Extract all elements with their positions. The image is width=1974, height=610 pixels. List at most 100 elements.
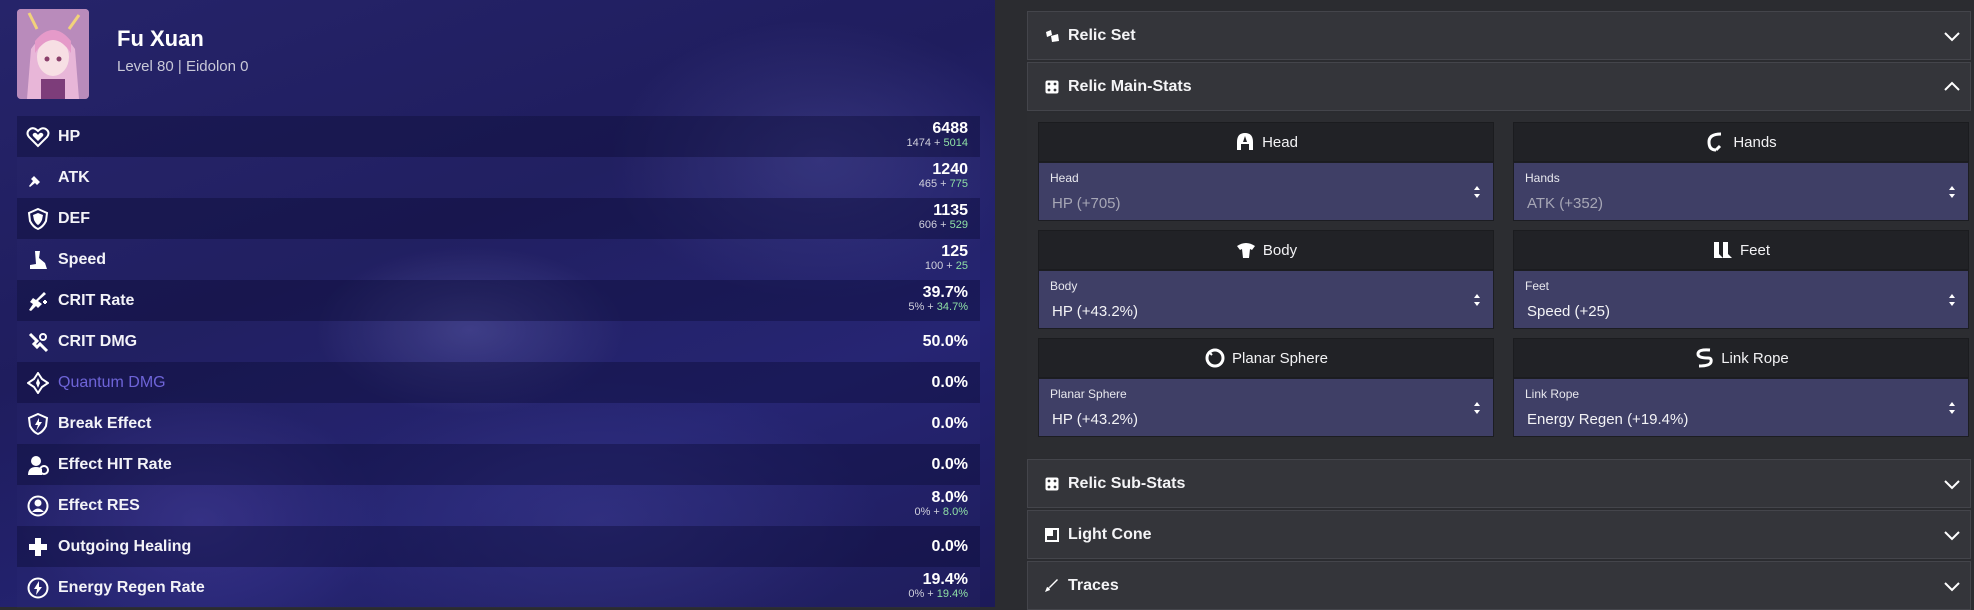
relic-sub-stats-header[interactable]: Relic Sub-Stats — [1027, 459, 1971, 508]
chevron-up-icon[interactable] — [1942, 77, 1962, 97]
link-rope-icon — [1693, 347, 1715, 369]
stat-total: 6488 — [932, 120, 968, 137]
select-value: HP (+43.2%) — [1052, 303, 1139, 320]
select-arrows-icon — [1949, 402, 1955, 414]
select-label: Hands — [1525, 171, 1560, 185]
stat-row-effect-hit-rate: Effect HIT Rate 0.0% — [17, 444, 980, 485]
relic-main-stats-header[interactable]: Relic Main-Stats — [1027, 62, 1971, 111]
section-title: Relic Main-Stats — [1068, 77, 1192, 95]
stat-total: 0.0% — [931, 374, 968, 391]
stat-row-outgoing-healing: Outgoing Healing 0.0% — [17, 526, 980, 567]
character-level: Level 80 | Eidolon 0 — [117, 58, 249, 75]
head-icon — [1234, 131, 1256, 153]
stat-total: 1240 — [932, 161, 968, 178]
link-rope-main-stat-select[interactable]: Link Rope Energy Regen (+19.4%) — [1513, 378, 1969, 437]
body-main-stat-select[interactable]: Body HP (+43.2%) — [1038, 270, 1494, 329]
select-label: Link Rope — [1525, 387, 1580, 401]
stat-row-speed: Speed 125 100 + 25 — [17, 239, 980, 280]
stat-total: 0.0% — [931, 456, 968, 473]
stat-row-break-effect: Break Effect 0.0% — [17, 403, 980, 444]
slot-title: Feet — [1739, 241, 1770, 259]
effect-res-icon — [25, 493, 51, 519]
quantum-icon — [25, 370, 51, 396]
stat-label: DEF — [58, 209, 90, 227]
section-title: Light Cone — [1068, 525, 1152, 543]
select-value: HP (+705) — [1052, 195, 1121, 212]
slot-planar-sphere: Planar Sphere Planar Sphere HP (+43.2%) — [1038, 338, 1494, 437]
stat-row-atk: ATK 1240 465 + 775 — [17, 157, 980, 198]
relic-main-stats-body: Head Head HP (+705) Hands Hands ATK (+35… — [1027, 113, 1971, 458]
slot-header: Body — [1038, 230, 1494, 270]
def-icon — [25, 206, 51, 232]
stat-row-def: DEF 1135 606 + 529 — [17, 198, 980, 239]
feet-main-stat-select[interactable]: Feet Speed (+25) — [1513, 270, 1969, 329]
stat-breakdown: 0% + 8.0% — [914, 506, 968, 518]
hands-icon — [1705, 131, 1727, 153]
hands-main-stat-select[interactable]: Hands ATK (+352) — [1513, 162, 1969, 221]
body-icon — [1235, 239, 1257, 261]
slot-header: Link Rope — [1513, 338, 1969, 378]
stat-breakdown: 1474 + 5014 — [906, 137, 968, 149]
slot-header: Hands — [1513, 122, 1969, 162]
slot-title: Body — [1262, 241, 1298, 259]
stat-label: CRIT DMG — [58, 332, 138, 350]
stat-breakdown: 0% + 19.4% — [908, 588, 968, 600]
feet-icon — [1712, 239, 1734, 261]
select-arrows-icon — [1474, 294, 1480, 306]
stat-label: HP — [58, 127, 81, 145]
stats-list: HP 6488 1474 + 5014 ATK 1240 465 + 775 D… — [17, 116, 980, 608]
stat-label: Effect RES — [58, 496, 140, 514]
slot-header: Planar Sphere — [1038, 338, 1494, 378]
chevron-down-icon[interactable] — [1942, 474, 1962, 494]
break-effect-icon — [25, 411, 51, 437]
stat-total: 50.0% — [922, 333, 968, 350]
slot-link-rope: Link Rope Link Rope Energy Regen (+19.4%… — [1513, 338, 1969, 437]
effect-hit-icon — [25, 452, 51, 478]
relic-set-header[interactable]: Relic Set — [1027, 11, 1971, 60]
relic-set-icon — [1044, 28, 1060, 44]
chevron-down-icon[interactable] — [1942, 576, 1962, 596]
select-value: HP (+43.2%) — [1052, 411, 1139, 428]
select-arrows-icon — [1949, 294, 1955, 306]
section-title: Traces — [1068, 576, 1119, 594]
chevron-down-icon[interactable] — [1942, 525, 1962, 545]
stat-total: 8.0% — [931, 489, 968, 506]
slot-body: Body Body HP (+43.2%) — [1038, 230, 1494, 329]
dice-icon — [1044, 79, 1060, 95]
head-main-stat-select[interactable]: Head HP (+705) — [1038, 162, 1494, 221]
light-cone-header[interactable]: Light Cone — [1027, 510, 1971, 559]
dice-icon — [1044, 476, 1060, 492]
select-arrows-icon — [1474, 402, 1480, 414]
stat-total: 125 — [941, 243, 968, 260]
stat-row-effect-res: Effect RES 8.0% 0% + 8.0% — [17, 485, 980, 526]
select-arrows-icon — [1949, 186, 1955, 198]
stat-label: Speed — [58, 250, 107, 268]
slot-header: Feet — [1513, 230, 1969, 270]
stat-total: 0.0% — [931, 415, 968, 432]
select-value: ATK (+352) — [1527, 195, 1604, 212]
slot-title: Head — [1262, 133, 1298, 151]
stat-breakdown: 5% + 34.7% — [908, 301, 968, 313]
stat-row-quantum-dmg: Quantum DMG 0.0% — [17, 362, 980, 403]
energy-regen-icon — [25, 575, 51, 601]
stat-label: CRIT Rate — [58, 291, 135, 309]
traces-header[interactable]: Traces — [1027, 561, 1971, 610]
stat-label: Outgoing Healing — [58, 537, 192, 555]
select-label: Head — [1050, 171, 1079, 185]
slot-hands: Hands Hands ATK (+352) — [1513, 122, 1969, 221]
planar-sphere-main-stat-select[interactable]: Planar Sphere HP (+43.2%) — [1038, 378, 1494, 437]
atk-icon — [25, 165, 51, 191]
slot-feet: Feet Feet Speed (+25) — [1513, 230, 1969, 329]
select-value: Speed (+25) — [1527, 303, 1610, 320]
slot-title: Hands — [1733, 133, 1777, 151]
stat-total: 39.7% — [922, 284, 968, 301]
stat-row-energy-regen: Energy Regen Rate 19.4% 0% + 19.4% — [17, 567, 980, 608]
stat-row-hp: HP 6488 1474 + 5014 — [17, 116, 980, 157]
panel-divider — [995, 0, 1015, 607]
character-name: Fu Xuan — [117, 26, 204, 51]
crit-rate-icon — [25, 288, 51, 314]
chevron-down-icon[interactable] — [1942, 26, 1962, 46]
character-avatar — [17, 9, 89, 99]
light-cone-icon — [1044, 527, 1060, 543]
stat-total: 0.0% — [931, 538, 968, 555]
